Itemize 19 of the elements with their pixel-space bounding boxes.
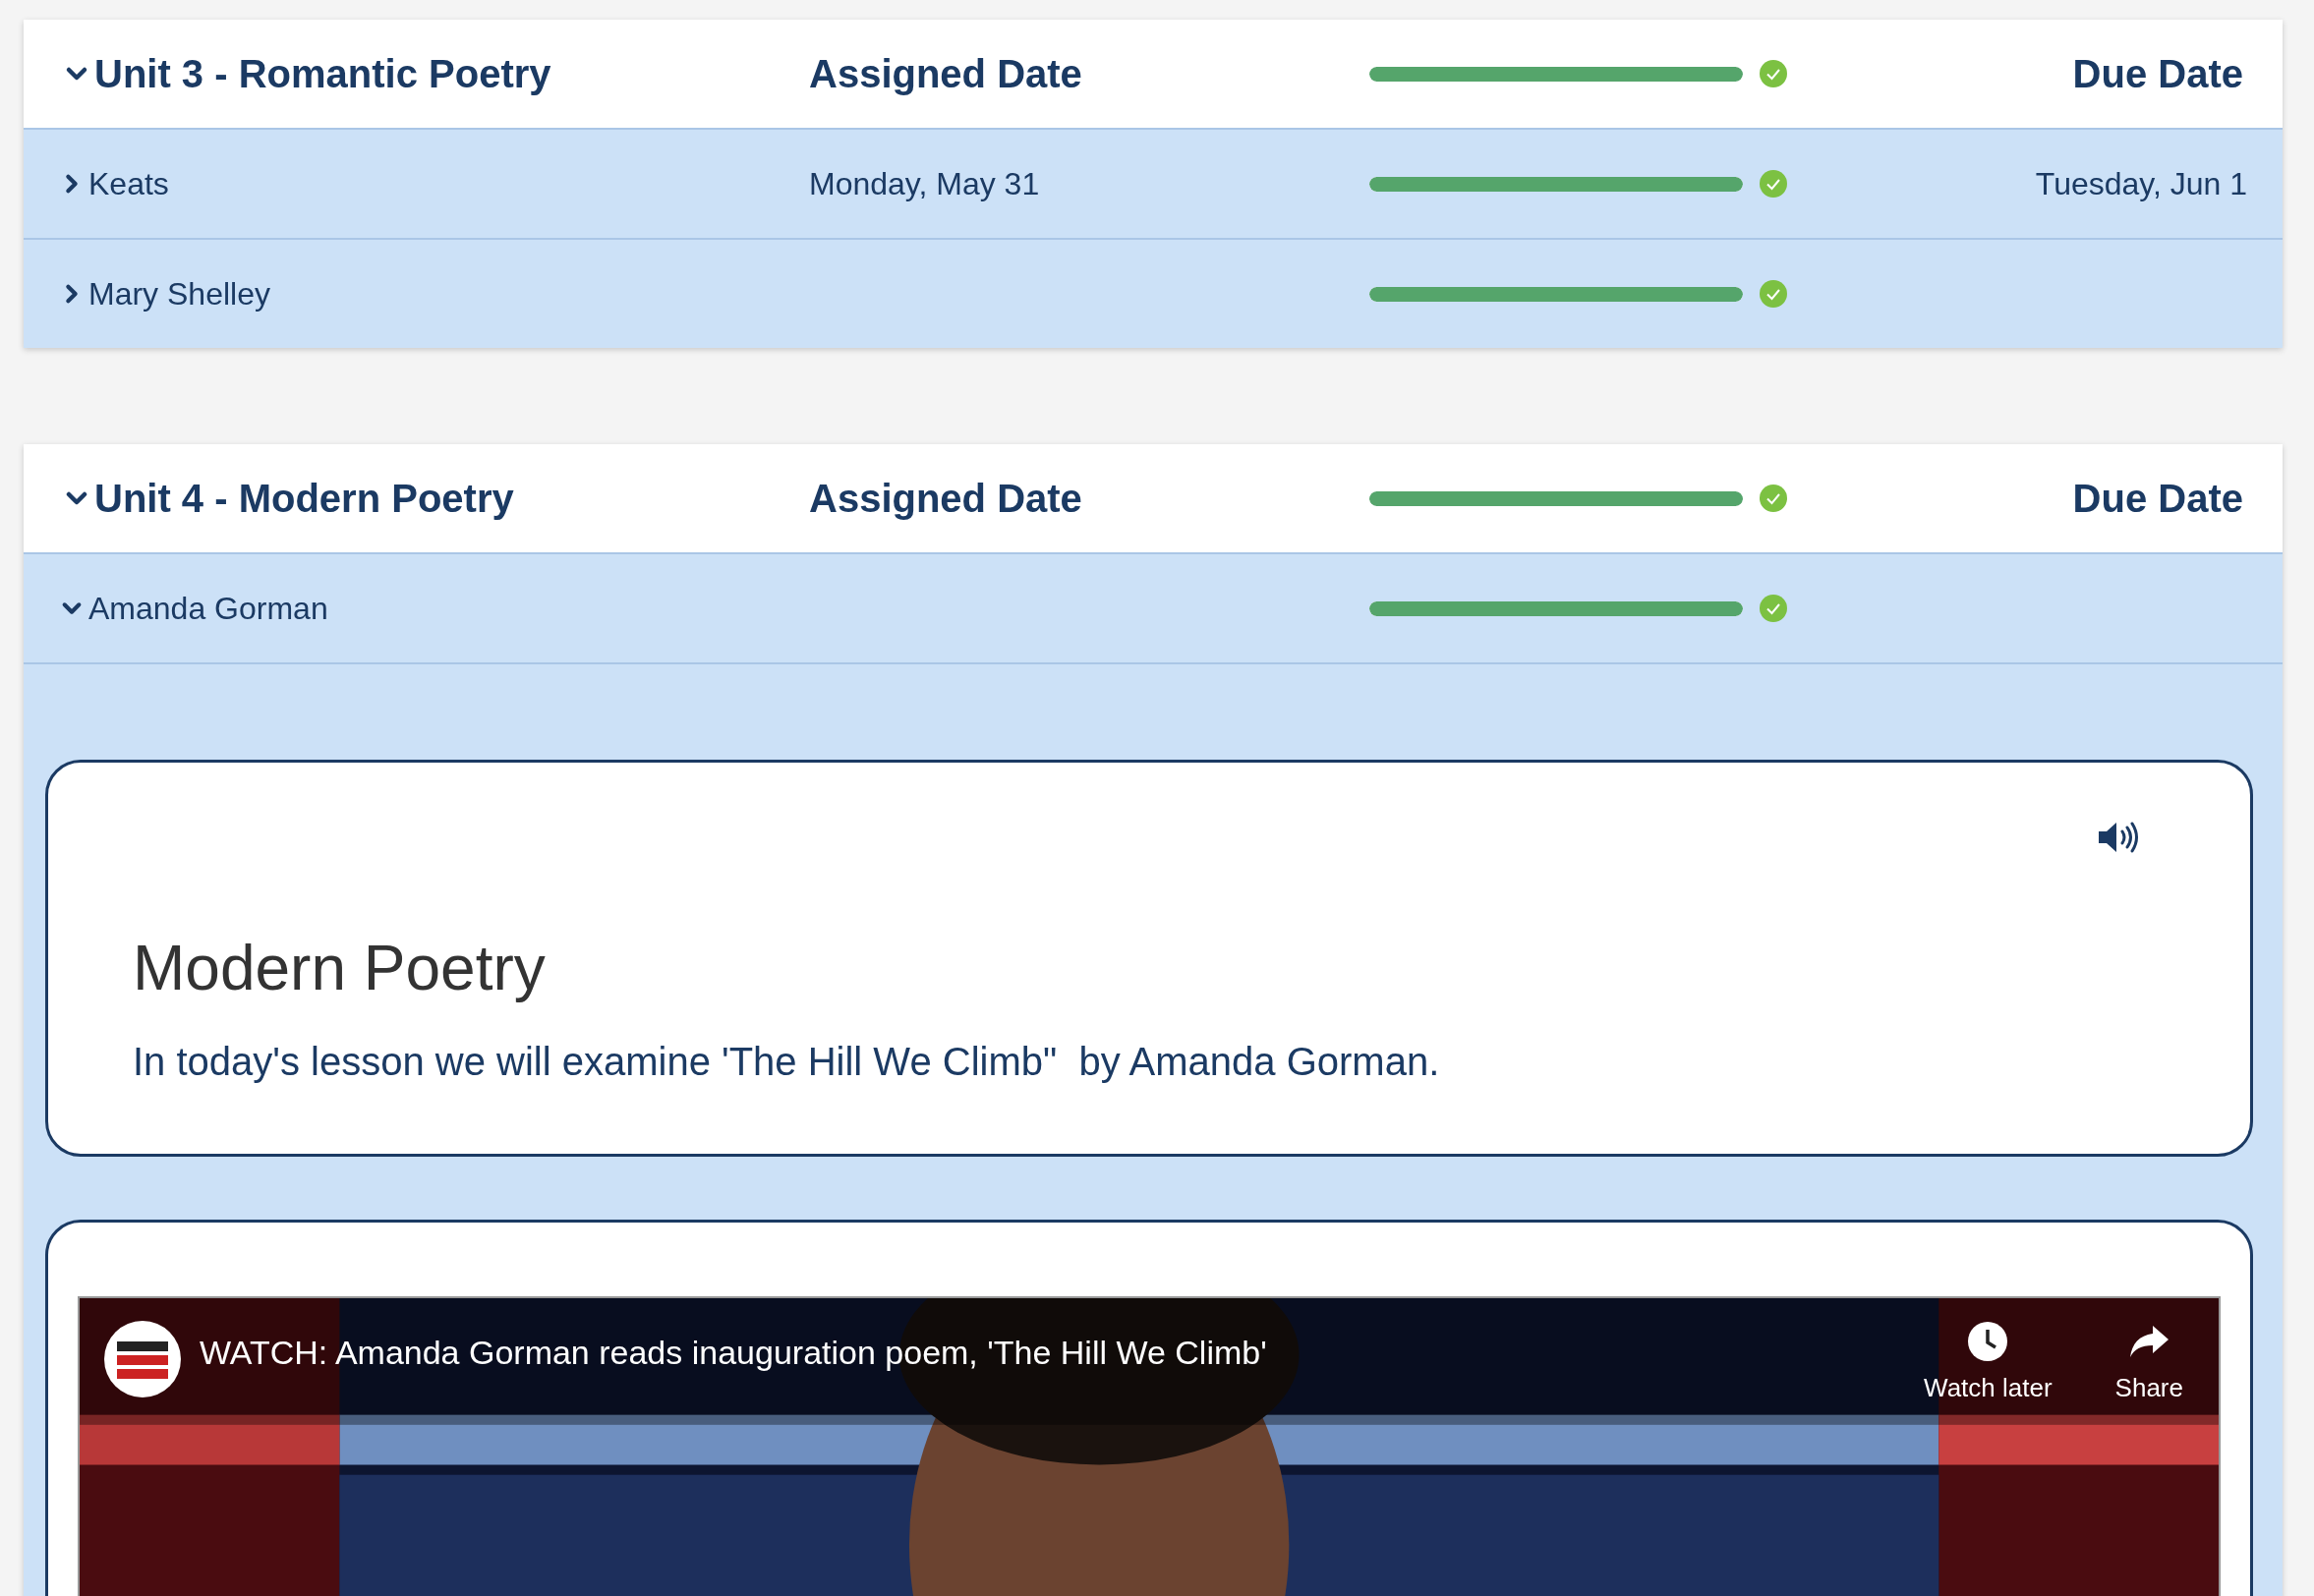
column-header: Due Date xyxy=(2072,476,2243,521)
column-header: Assigned Date xyxy=(809,476,1083,521)
assigned-date: Monday, May 31 xyxy=(809,165,1040,201)
share-button[interactable]: Share xyxy=(2114,1320,2183,1403)
lesson-title[interactable]: Mary Shelley xyxy=(88,275,270,313)
video-title[interactable]: WATCH: Amanda Gorman reads inauguration poem, 'The Hill We Climb' xyxy=(200,1334,1862,1372)
lesson-heading: Modern Poetry xyxy=(133,932,547,1004)
speaker-icon[interactable] xyxy=(2097,820,2140,855)
due-date: Tuesday, Jun 1 xyxy=(2035,165,2247,202)
lesson-title[interactable]: Amanda Gorman xyxy=(88,590,328,627)
lesson-description: In today's lesson we will examine 'The Hill We Climb" by Amanda Gorman. xyxy=(133,1040,1441,1084)
lesson-title[interactable]: Keats xyxy=(88,165,169,202)
unit-title[interactable]: Unit 4 - Modern Poetry xyxy=(94,476,514,521)
column-header: Assigned Date xyxy=(809,51,1083,96)
column-header: Due Date xyxy=(2072,51,2243,96)
unit-title[interactable]: Unit 3 - Romantic Poetry xyxy=(94,51,551,96)
channel-logo[interactable] xyxy=(103,1320,182,1398)
clock-icon xyxy=(1966,1320,2010,1363)
watch-later-button[interactable]: Watch later xyxy=(1924,1320,2053,1403)
